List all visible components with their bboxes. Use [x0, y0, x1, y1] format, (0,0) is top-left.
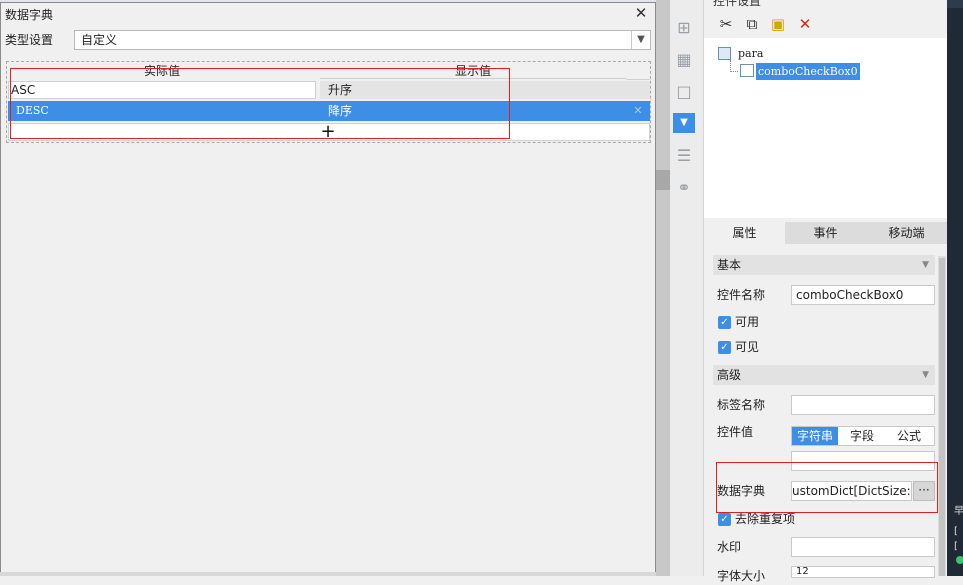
edge-glyph: 早	[954, 506, 963, 517]
edge-glyph: [	[954, 526, 958, 537]
cut-icon[interactable]: ✂	[716, 14, 736, 34]
font-size-label: 字体大小	[717, 569, 766, 583]
watermark-input[interactable]	[791, 537, 935, 557]
highlight-box-table	[10, 68, 510, 139]
gutter-handle[interactable]	[656, 170, 670, 190]
close-icon[interactable]: ✕	[632, 4, 650, 22]
section-basic-label: 基本	[717, 258, 742, 272]
delete-row-icon[interactable]: ✕	[630, 102, 646, 120]
dialog-title: 数据字典	[5, 8, 54, 22]
dedupe-label: 去除重复项	[735, 512, 796, 526]
type-setting-value: 自定义	[81, 33, 118, 47]
desktop-edge	[947, 0, 963, 576]
header-divider	[626, 79, 650, 80]
type-setting-select[interactable]: 自定义 ▼	[74, 30, 651, 50]
delete-icon[interactable]: ✕	[795, 14, 815, 34]
chevron-down-icon[interactable]: ▼	[631, 31, 650, 49]
dialog-bottom-strip	[0, 572, 656, 576]
edge-glyph: [	[954, 541, 958, 552]
section-advanced-label: 高级	[717, 368, 742, 382]
list-icon[interactable]: ☰	[674, 146, 694, 166]
tag-name-input[interactable]	[791, 395, 935, 415]
highlight-box-dictionary	[716, 462, 938, 513]
control-value-label: 控件值	[717, 425, 754, 439]
value-type-field[interactable]: 字段	[840, 427, 884, 445]
dropdown-icon[interactable]: ▼	[673, 113, 695, 133]
value-type-formula[interactable]: 公式	[886, 427, 932, 445]
copy-icon[interactable]: ⧉	[742, 14, 762, 34]
font-size-input[interactable]: 12	[791, 566, 935, 578]
panel-gutter	[656, 0, 670, 576]
tag-name-label: 标签名称	[717, 398, 766, 412]
tab-mobile[interactable]: 移动端	[866, 222, 947, 244]
chevron-down-icon: ▼	[922, 370, 929, 380]
watermark-label: 水印	[717, 540, 742, 554]
enabled-label: 可用	[735, 315, 760, 329]
paste-icon[interactable]: ▣	[768, 14, 788, 34]
section-basic[interactable]: 基本 ▼	[713, 255, 935, 275]
dedupe-checkbox[interactable]: ✓	[718, 513, 731, 526]
table-icon[interactable]: ▦	[674, 50, 694, 70]
desktop-edge-top	[947, 0, 963, 8]
section-advanced[interactable]: 高级 ▼	[713, 365, 935, 385]
link-icon[interactable]: ⚭	[674, 178, 694, 198]
grid-icon[interactable]: ⊞	[674, 18, 694, 38]
type-setting-label: 类型设置	[5, 33, 54, 47]
control-name-input[interactable]: comboCheckBox0	[791, 285, 935, 305]
combobox-icon	[740, 64, 754, 77]
control-name-label: 控件名称	[717, 288, 766, 302]
tab-properties[interactable]: 属性	[704, 222, 785, 244]
chevron-down-icon: ▼	[922, 260, 929, 270]
rectangle-icon[interactable]: □	[674, 82, 694, 102]
form-icon	[718, 47, 731, 60]
scrollbar-thumb[interactable]	[939, 258, 945, 576]
value-type-string[interactable]: 字符串	[792, 427, 838, 445]
tree-node-para[interactable]: para	[738, 46, 763, 62]
tree-connector	[730, 71, 738, 72]
status-dot	[956, 556, 963, 564]
tree-node-combocheckbox[interactable]: comboCheckBox0	[756, 63, 860, 80]
visible-checkbox[interactable]: ✓	[718, 341, 731, 354]
enabled-checkbox[interactable]: ✓	[718, 316, 731, 329]
visible-label: 可见	[735, 340, 760, 354]
panel-title: 控件设置	[713, 0, 762, 8]
tab-events[interactable]: 事件	[785, 222, 866, 244]
